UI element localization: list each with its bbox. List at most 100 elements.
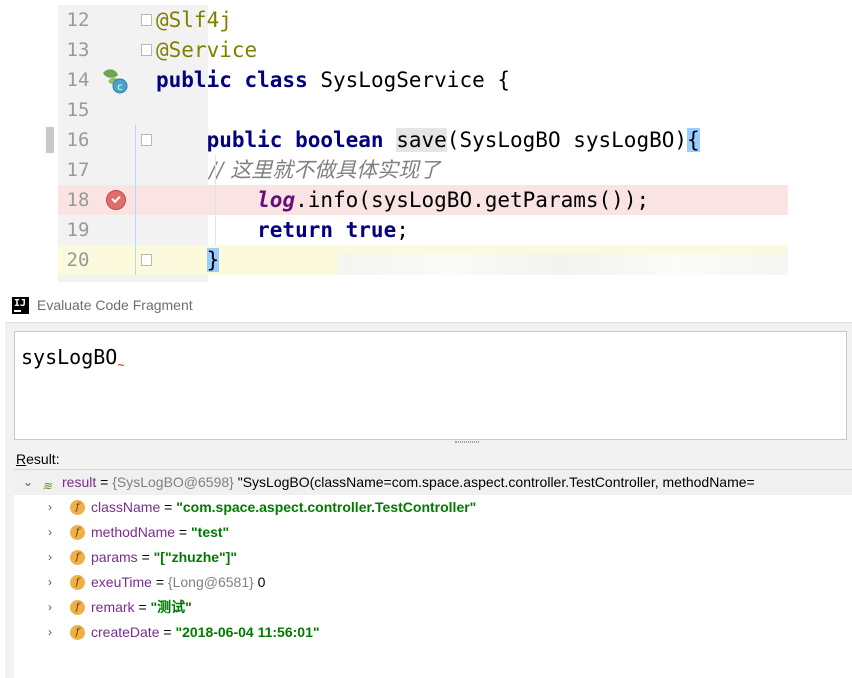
spring-bean-class-icon[interactable]: c (100, 67, 130, 95)
field-icon: f (70, 600, 85, 615)
field-icon: f (70, 625, 85, 640)
code-token: save (396, 128, 447, 152)
field-row-methodName[interactable]: › f methodName = "test" (14, 520, 852, 545)
fold-marker-icon[interactable] (141, 254, 152, 266)
expand-arrow-icon[interactable]: › (44, 595, 56, 620)
field-eq: = (151, 574, 168, 590)
result-tree[interactable]: ⌄ ≋ result = {SysLogBO@6598} "SysLogBO(cla… (14, 469, 852, 678)
result-value: "SysLogBO(className=com.space.aspect.con… (237, 474, 755, 490)
code-text[interactable]: } (156, 245, 220, 275)
field-value: "com.space.aspect.controller.TestControl… (176, 499, 477, 515)
result-label: Result: (16, 451, 60, 467)
expand-arrow-icon[interactable]: › (44, 545, 56, 570)
code-text[interactable]: public class SysLogService { (156, 65, 510, 95)
watch-result-icon: ≋ (42, 479, 53, 493)
field-eq: = (160, 499, 177, 515)
code-editor[interactable]: 12 @Slf4j 13 @Service 14 public class SysLogS… (46, 5, 788, 282)
line-number[interactable]: 14 (58, 65, 98, 95)
result-root-row[interactable]: ⌄ ≋ result = {SysLogBO@6598} "SysLogBO(cla… (14, 470, 852, 495)
code-text[interactable]: // 这里就不做具体实现了 (156, 155, 440, 185)
code-line-13[interactable]: 13 @Service (58, 35, 788, 65)
line-number[interactable]: 16 (58, 125, 98, 155)
expand-arrow-icon[interactable]: › (44, 520, 56, 545)
code-text[interactable]: public boolean save(SysLogBO sysLogBO){ (156, 125, 700, 155)
code-token: ; (396, 218, 409, 242)
field-value: "["zhuzhe"]" (153, 549, 237, 565)
code-text[interactable]: return true; (156, 215, 409, 245)
code-line-18[interactable]: 18 log.info(sysLogBO.getParams()); (58, 185, 788, 215)
splitter-handle[interactable] (455, 441, 479, 443)
dialog-title: Evaluate Code Fragment (37, 297, 193, 313)
code-line-17[interactable]: 17 // 这里就不做具体实现了 (58, 155, 788, 185)
field-value: 0 (257, 574, 266, 590)
field-row-className[interactable]: › f className = "com.space.aspect.controll… (14, 495, 852, 520)
field-name: methodName (91, 524, 176, 540)
breakpoint-icon[interactable] (106, 190, 126, 210)
method-scope-line (135, 125, 136, 275)
line-number[interactable]: 20 (58, 245, 98, 275)
svg-text:c: c (117, 82, 123, 93)
field-text: remark = "测试" (91, 595, 192, 620)
field-name: createDate (91, 624, 160, 640)
expression-text[interactable]: sysLogBO~ (21, 345, 127, 371)
field-text: exeuTime = {Long@6581} 0 (91, 570, 265, 595)
collapse-arrow-icon[interactable]: ⌄ (22, 470, 34, 495)
code-token: (SysLogBO sysLogBO) (446, 128, 688, 152)
field-name: remark (91, 599, 135, 615)
expand-arrow-icon[interactable]: › (44, 495, 56, 520)
line-number[interactable]: 19 (58, 215, 98, 245)
code-text[interactable]: log.info(sysLogBO.getParams()); (156, 185, 649, 215)
intellij-logo-icon: IJ (12, 296, 29, 314)
result-text: result = {SysLogBO@6598} "SysLogBO(class… (62, 470, 755, 495)
expand-arrow-icon[interactable]: › (44, 570, 56, 595)
line-number[interactable]: 17 (58, 155, 98, 185)
fold-marker-icon[interactable] (141, 134, 152, 146)
field-value: "test" (191, 524, 230, 540)
code-token: public class (156, 68, 321, 92)
field-icon: f (70, 550, 85, 565)
indent-guide (215, 155, 216, 245)
blurred-region (338, 253, 788, 275)
code-token: return true (156, 218, 397, 242)
field-text: methodName = "test" (91, 520, 229, 545)
code-token: @Service (156, 38, 258, 62)
code-token: log (257, 188, 296, 212)
code-token: // 这里就不做具体实现了 (156, 158, 441, 182)
code-token: { (687, 128, 700, 152)
code-text[interactable]: @Slf4j (156, 5, 232, 35)
field-name: exeuTime (91, 574, 152, 590)
field-type: {Long@6581} (167, 574, 258, 590)
field-row-remark[interactable]: › f remark = "测试" (14, 595, 852, 620)
line-number[interactable]: 13 (58, 35, 98, 65)
field-eq: = (134, 599, 151, 615)
result-eq: = (96, 474, 113, 490)
code-token: SysLogService { (320, 68, 511, 92)
field-row-createDate[interactable]: › f createDate = "2018-06-04 11:56:01" (14, 620, 852, 645)
code-line-14[interactable]: 14 public class SysLogService { (58, 65, 788, 95)
code-token: } (206, 248, 220, 272)
field-row-params[interactable]: › f params = "["zhuzhe"]" (14, 545, 852, 570)
field-text: className = "com.space.aspect.controller… (91, 495, 476, 520)
field-value: "2018-06-04 11:56:01" (175, 624, 320, 640)
line-number[interactable]: 15 (58, 95, 98, 125)
field-row-exeuTime[interactable]: › f exeuTime = {Long@6581} 0 (14, 570, 852, 595)
line-number[interactable]: 12 (58, 5, 98, 35)
code-line-15[interactable]: 15 (58, 95, 788, 125)
evaluate-dialog: sysLogBO~ Result: ⌄ ≋ result = {SysLogBO@6… (5, 322, 852, 678)
code-line-12[interactable]: 12 @Slf4j (58, 5, 788, 35)
result-type: {SysLogBO@6598} (112, 474, 238, 490)
fold-marker-icon[interactable] (141, 14, 152, 26)
field-text: params = "["zhuzhe"]" (91, 545, 237, 570)
expand-arrow-icon[interactable]: › (44, 620, 56, 645)
code-line-19[interactable]: 19 return true; (58, 215, 788, 245)
field-eq: = (175, 524, 192, 540)
code-text[interactable]: @Service (156, 35, 257, 65)
fold-marker-icon[interactable] (141, 44, 152, 56)
line-number[interactable]: 18 (58, 185, 98, 215)
field-text: createDate = "2018-06-04 11:56:01" (91, 620, 320, 645)
code-token: .info(sysLogBO.getParams()); (295, 188, 650, 212)
expression-editor[interactable]: sysLogBO~ (14, 331, 847, 440)
code-line-16[interactable]: 16 public boolean save(SysLogBO sysLogBO… (58, 125, 788, 155)
